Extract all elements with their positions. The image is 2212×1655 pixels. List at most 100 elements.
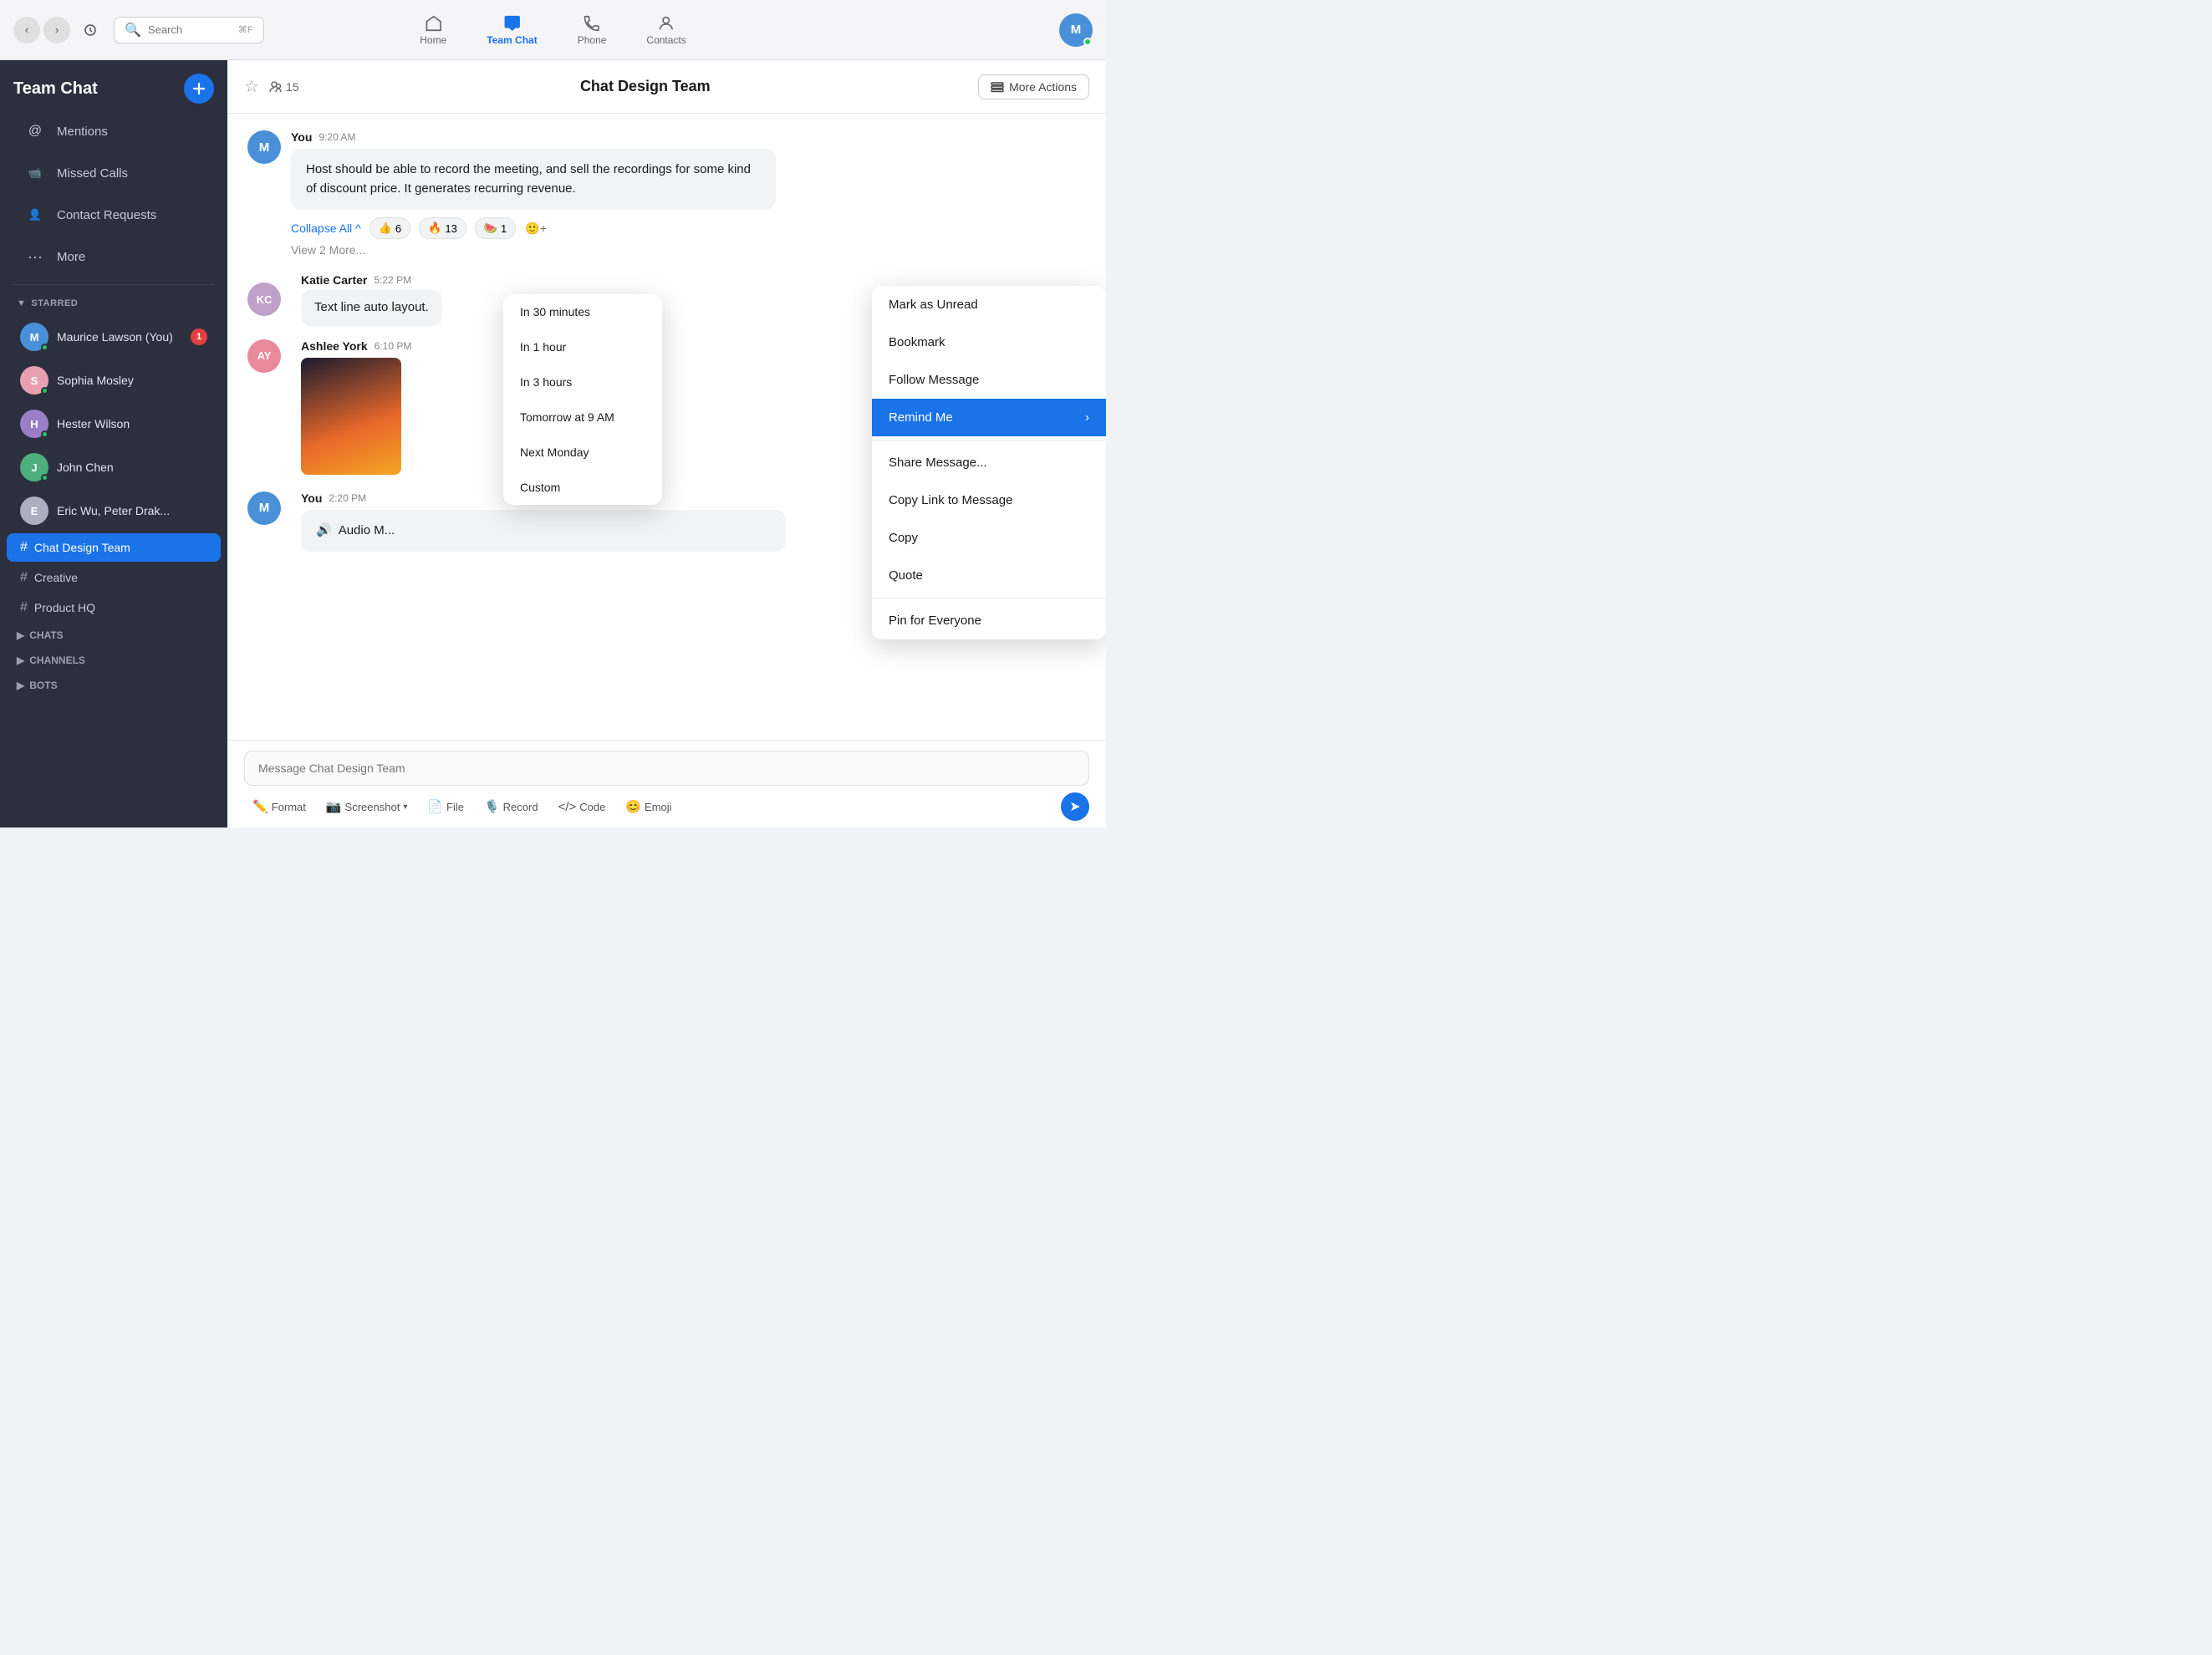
message-meta-2: Katie Carter 5:22 PM <box>301 273 1086 287</box>
send-button[interactable]: ➤ <box>1061 792 1089 821</box>
context-follow-message[interactable]: Follow Message <box>872 361 1106 399</box>
message-author-3: Ashlee York <box>301 339 368 353</box>
context-bookmark[interactable]: Bookmark <box>872 323 1106 361</box>
new-chat-button[interactable] <box>184 74 214 104</box>
channel-product-hq[interactable]: # Product HQ <box>7 593 221 622</box>
search-icon: 🔍 <box>125 22 141 38</box>
starred-section-label[interactable]: ▼ STARRED <box>0 292 227 315</box>
view-more-button[interactable]: View 2 More... <box>291 243 1086 257</box>
avatar-sophia: S <box>20 366 48 395</box>
channel-creative[interactable]: # Creative <box>7 563 221 592</box>
search-input[interactable] <box>148 23 232 36</box>
message-time-2: 5:22 PM <box>374 274 411 286</box>
avatar-you: M <box>247 130 281 164</box>
remind-tomorrow[interactable]: Tomorrow at 9 AM <box>503 400 662 435</box>
sidebar-header: Team Chat <box>0 60 227 110</box>
sidebar-item-more[interactable]: ··· More <box>7 237 221 277</box>
remind-custom[interactable]: Custom <box>503 470 662 505</box>
section-bots[interactable]: ▶ BOTS <box>0 673 227 698</box>
user-avatar[interactable]: M <box>1059 13 1093 47</box>
reaction-fire[interactable]: 🔥 13 <box>419 217 466 239</box>
nav-home[interactable]: Home <box>413 11 453 49</box>
channel-name-product-hq: Product HQ <box>34 601 95 614</box>
section-chats[interactable]: ▶ CHATS <box>0 623 227 648</box>
message-bubble-1: Host should be able to record the meetin… <box>291 149 776 210</box>
more-actions-button[interactable]: More Actions <box>978 74 1089 99</box>
reaction-thumbsup-emoji: 👍 <box>379 222 392 235</box>
sidebar-mentions-label: Mentions <box>57 125 108 139</box>
starred-item-sophia[interactable]: S Sophia Mosley <box>7 359 221 401</box>
avatar-maurice: M <box>20 323 48 351</box>
reaction-thumbsup[interactable]: 👍 6 <box>370 217 410 239</box>
channel-hash-icon-2: # <box>20 570 28 585</box>
message-time-1: 9:20 AM <box>319 131 355 143</box>
emoji-button[interactable]: 😊 Emoji <box>617 794 680 819</box>
context-pin[interactable]: Pin for Everyone <box>872 602 1106 639</box>
context-remind-me-label: Remind Me <box>889 410 953 425</box>
message-bubble-2: Text line auto layout. <box>301 290 442 326</box>
image-content <box>301 358 401 475</box>
sidebar-missed-calls-label: Missed Calls <box>57 166 128 181</box>
sidebar-divider-1 <box>13 284 214 285</box>
starred-item-eric[interactable]: E Eric Wu, Peter Drak... <box>7 490 221 532</box>
back-button[interactable]: ‹ <box>13 17 40 43</box>
file-button[interactable]: 📄 File <box>419 794 472 819</box>
sidebar-item-contact-requests[interactable]: 👤 Contact Requests <box>7 195 221 235</box>
code-button[interactable]: </> Code <box>550 795 614 819</box>
context-quote[interactable]: Quote <box>872 557 1106 594</box>
add-reaction-button[interactable]: 🙂+ <box>524 216 548 240</box>
message-author-1: You <box>291 130 312 144</box>
star-button[interactable]: ☆ <box>244 76 259 97</box>
record-button[interactable]: 🎙️ Record <box>476 794 547 819</box>
starred-item-maurice[interactable]: M Maurice Lawson (You) 1 <box>7 316 221 358</box>
remind-3hours[interactable]: In 3 hours <box>503 364 662 400</box>
members-count-label: 15 <box>286 80 299 94</box>
message-input[interactable] <box>244 751 1089 786</box>
nav-contacts[interactable]: Contacts <box>640 11 692 49</box>
send-icon: ➤ <box>1069 798 1080 815</box>
format-button[interactable]: ✏️ Format <box>244 794 314 819</box>
mentions-icon: @ <box>23 120 47 143</box>
channel-chat-design-team[interactable]: # Chat Design Team <box>7 533 221 562</box>
sidebar-item-missed-calls[interactable]: 📹 Missed Calls <box>7 153 221 193</box>
forward-button[interactable]: › <box>43 17 70 43</box>
starred-item-hester[interactable]: H Hester Wilson <box>7 403 221 445</box>
reaction-watermelon-count: 1 <box>501 222 507 235</box>
message-row-1: M You 9:20 AM Host should be able to rec… <box>247 130 1086 210</box>
message-image-thumb[interactable] <box>301 358 401 475</box>
reaction-watermelon[interactable]: 🍉 1 <box>475 217 516 239</box>
starred-label: STARRED <box>31 298 78 308</box>
search-bar[interactable]: 🔍 ⌘F <box>114 17 264 43</box>
chat-main: ☆ 15 Chat Design Team More Actions M You <box>227 60 1106 828</box>
sidebar-title: Team Chat <box>13 79 98 99</box>
nav-phone[interactable]: Phone <box>571 11 614 49</box>
context-copy[interactable]: Copy <box>872 519 1106 557</box>
reactions-bar: Collapse All ^ 👍 6 🔥 13 🍉 1 <box>291 216 1086 240</box>
message-author-2: Katie Carter <box>301 273 367 287</box>
context-remind-me[interactable]: Remind Me › <box>872 399 1106 436</box>
starred-item-john[interactable]: J John Chen <box>7 446 221 488</box>
remind-submenu[interactable]: In 30 minutes In 1 hour In 3 hours Tomor… <box>503 294 662 505</box>
nav-team-chat[interactable]: Team Chat <box>480 11 543 49</box>
screenshot-icon: 📷 <box>326 799 342 814</box>
context-share-message[interactable]: Share Message... <box>872 444 1106 481</box>
main-layout: Team Chat @ Mentions 📹 Missed Calls 👤 Co… <box>0 60 1106 828</box>
section-channels[interactable]: ▶ CHANNELS <box>0 648 227 673</box>
sidebar-item-mentions[interactable]: @ Mentions <box>7 111 221 151</box>
remind-30min[interactable]: In 30 minutes <box>503 294 662 329</box>
context-menu[interactable]: Mark as Unread Bookmark Follow Message R… <box>872 286 1106 639</box>
starred-name-hester: Hester Wilson <box>57 417 207 430</box>
section-chats-label: CHATS <box>29 629 63 641</box>
collapse-all-button[interactable]: Collapse All ^ <box>291 222 361 235</box>
context-copy-link[interactable]: Copy Link to Message <box>872 481 1106 519</box>
collapse-all-label: Collapse All <box>291 222 352 235</box>
chat-title: Chat Design Team <box>313 78 979 95</box>
contact-requests-icon: 👤 <box>23 203 47 227</box>
remind-1hour[interactable]: In 1 hour <box>503 329 662 364</box>
screenshot-button[interactable]: 📷 Screenshot ▾ <box>318 794 415 819</box>
sidebar: Team Chat @ Mentions 📹 Missed Calls 👤 Co… <box>0 60 227 828</box>
context-mark-unread[interactable]: Mark as Unread <box>872 286 1106 323</box>
history-button[interactable] <box>77 17 104 43</box>
remind-next-monday[interactable]: Next Monday <box>503 435 662 470</box>
starred-name-sophia: Sophia Mosley <box>57 374 207 387</box>
